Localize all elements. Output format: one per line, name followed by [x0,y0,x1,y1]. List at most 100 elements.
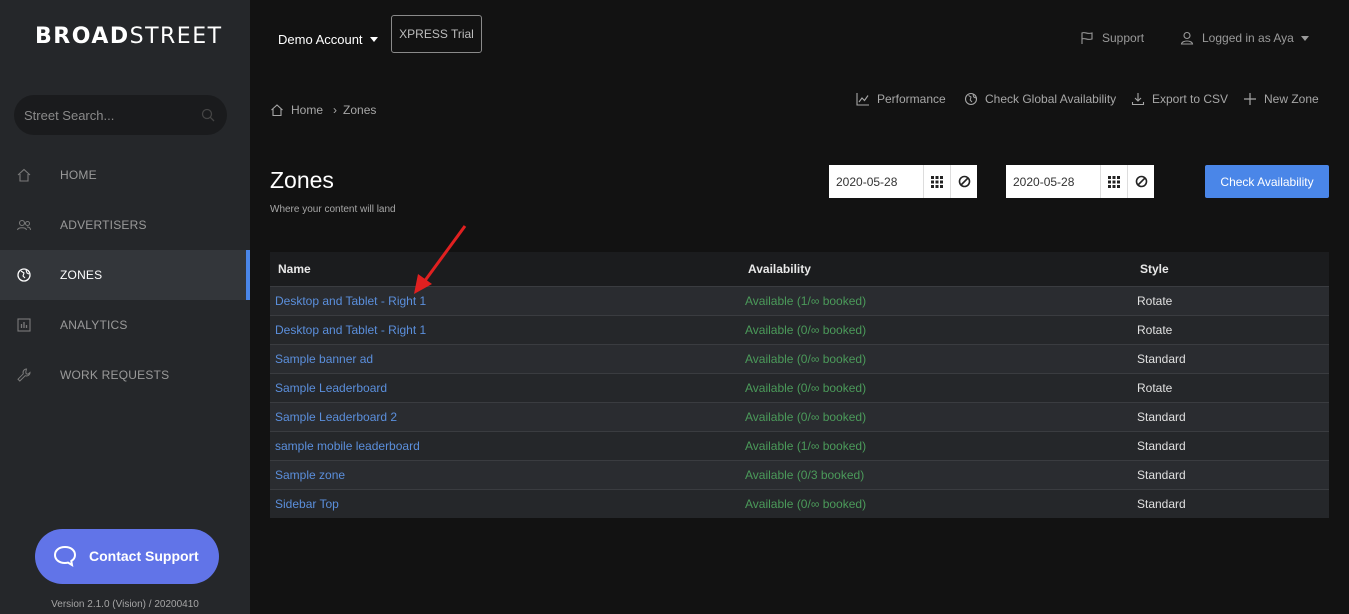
support-link[interactable]: Support [1080,31,1144,45]
availability-cell: Available (0/∞ booked) [740,314,1132,344]
style-cell: Standard [1132,401,1329,431]
table-row[interactable]: Sample zone Available (0/3 booked) Stand… [270,459,1329,489]
column-header-name[interactable]: Name [270,252,740,286]
breadcrumb-home[interactable]: Home [291,103,323,117]
user-label: Logged in as Aya [1202,31,1294,45]
account-dropdown[interactable]: Demo Account [278,32,378,47]
style-cell: Standard [1132,488,1329,518]
table-row[interactable]: sample mobile leaderboard Available (1/∞… [270,430,1329,460]
sidebar-item-label: ADVERTISERS [60,218,147,232]
download-icon [1131,93,1145,106]
availability-cell: Available (0/∞ booked) [740,372,1132,402]
caret-down-icon [1300,35,1309,41]
sidebar-item-label: ANALYTICS [60,318,128,332]
street-search-input[interactable] [24,95,194,135]
caret-down-icon [369,37,378,42]
logo-bold: BROAD [35,24,130,49]
user-menu[interactable]: Logged in as Aya [1180,31,1309,45]
table-row[interactable]: Desktop and Tablet - Right 1 Available (… [270,314,1329,344]
check-global-availability-label: Check Global Availability [985,92,1117,106]
globe-icon [964,92,978,106]
breadcrumb: Home › Zones [270,103,376,117]
chevron-right-icon: › [333,103,338,117]
page-subtitle: Where your content will land [270,204,396,215]
zone-link[interactable]: Sample banner ad [275,352,373,366]
zone-link[interactable]: Sidebar Top [275,497,339,511]
sidebar-item-analytics[interactable]: ANALYTICS [0,300,250,350]
user-icon [1180,31,1194,45]
sidebar-item-work-requests[interactable]: WORK REQUESTS [0,350,250,400]
plus-icon [1244,93,1256,105]
zone-link[interactable]: Desktop and Tablet - Right 1 [275,323,426,337]
chart-icon [17,318,31,332]
zone-name-cell: Sidebar Top [270,488,740,518]
column-header-availability[interactable]: Availability [740,252,1132,286]
version-text: Version 2.1.0 (Vision) / 20200410 [51,599,199,610]
contact-support-button[interactable]: Contact Support [35,529,219,584]
availability-cell: Available (0/∞ booked) [740,488,1132,518]
column-header-style[interactable]: Style [1132,252,1329,286]
calendar-button[interactable] [923,165,950,198]
wrench-icon [17,368,31,382]
users-icon [16,219,31,231]
style-cell: Standard [1132,430,1329,460]
sidebar-item-home[interactable]: HOME [0,150,250,200]
style-cell: Rotate [1132,285,1329,315]
start-date-picker [829,165,977,198]
start-date-input[interactable] [829,165,923,198]
account-name: Demo Account [278,32,363,47]
contact-support-label: Contact Support [89,548,199,564]
zone-name-cell: Sample Leaderboard [270,372,740,402]
export-csv-button[interactable]: Export to CSV [1131,92,1228,106]
annotation-arrow-icon [414,225,467,294]
availability-cell: Available (0/∞ booked) [740,401,1132,431]
brand-logo[interactable]: BROADSTREET [35,24,223,49]
table-row[interactable]: Sidebar Top Available (0/∞ booked) Stand… [270,488,1329,518]
flag-icon [1081,32,1093,44]
check-availability-button[interactable]: Check Availability [1205,165,1329,198]
home-icon [17,168,31,182]
clear-date-button[interactable] [1127,165,1154,198]
ban-icon [958,175,970,188]
support-label: Support [1102,31,1145,45]
performance-label: Performance [877,92,946,106]
globe-icon [17,268,31,282]
calendar-grid-icon [931,175,943,188]
chat-icon [53,545,77,567]
sidebar-item-label: WORK REQUESTS [60,368,170,382]
breadcrumb-current: Zones [343,103,377,117]
table-row[interactable]: Sample banner ad Available (0/∞ booked) … [270,343,1329,373]
availability-cell: Available (0/3 booked) [740,459,1132,489]
table-row[interactable]: Sample Leaderboard Available (0/∞ booked… [270,372,1329,402]
clear-date-button[interactable] [950,165,977,198]
street-search [14,95,227,135]
zone-name-cell: Desktop and Tablet - Right 1 [270,314,740,344]
export-csv-label: Export to CSV [1152,92,1229,106]
end-date-input[interactable] [1006,165,1100,198]
table-row[interactable]: Sample Leaderboard 2 Available (0/∞ book… [270,401,1329,431]
sidebar-item-zones[interactable]: ZONES [0,250,250,300]
calendar-button[interactable] [1100,165,1127,198]
new-zone-button[interactable]: New Zone [1243,92,1319,106]
zone-link[interactable]: Desktop and Tablet - Right 1 [275,294,426,308]
style-cell: Standard [1132,343,1329,373]
search-icon[interactable] [201,108,215,122]
zone-link[interactable]: Sample Leaderboard 2 [275,410,397,424]
ban-icon [1135,175,1147,188]
calendar-grid-icon [1108,175,1120,188]
sidebar-item-label: ZONES [60,268,103,282]
xpress-trial-button[interactable]: XPRESS Trial [391,15,482,53]
performance-button[interactable]: Performance [856,92,946,106]
home-icon [271,104,283,117]
check-global-availability-button[interactable]: Check Global Availability [964,92,1116,106]
sidebar-item-label: HOME [60,168,97,182]
end-date-picker [1006,165,1154,198]
style-cell: Rotate [1132,314,1329,344]
zone-link[interactable]: Sample Leaderboard [275,381,387,395]
line-chart-icon [856,93,869,106]
sidebar: BROADSTREET HOME ADVERTISERS ZONES ANALY… [0,0,250,614]
zone-link[interactable]: sample mobile leaderboard [275,439,420,453]
availability-cell: Available (0/∞ booked) [740,343,1132,373]
sidebar-item-advertisers[interactable]: ADVERTISERS [0,200,250,250]
zone-link[interactable]: Sample zone [275,468,345,482]
